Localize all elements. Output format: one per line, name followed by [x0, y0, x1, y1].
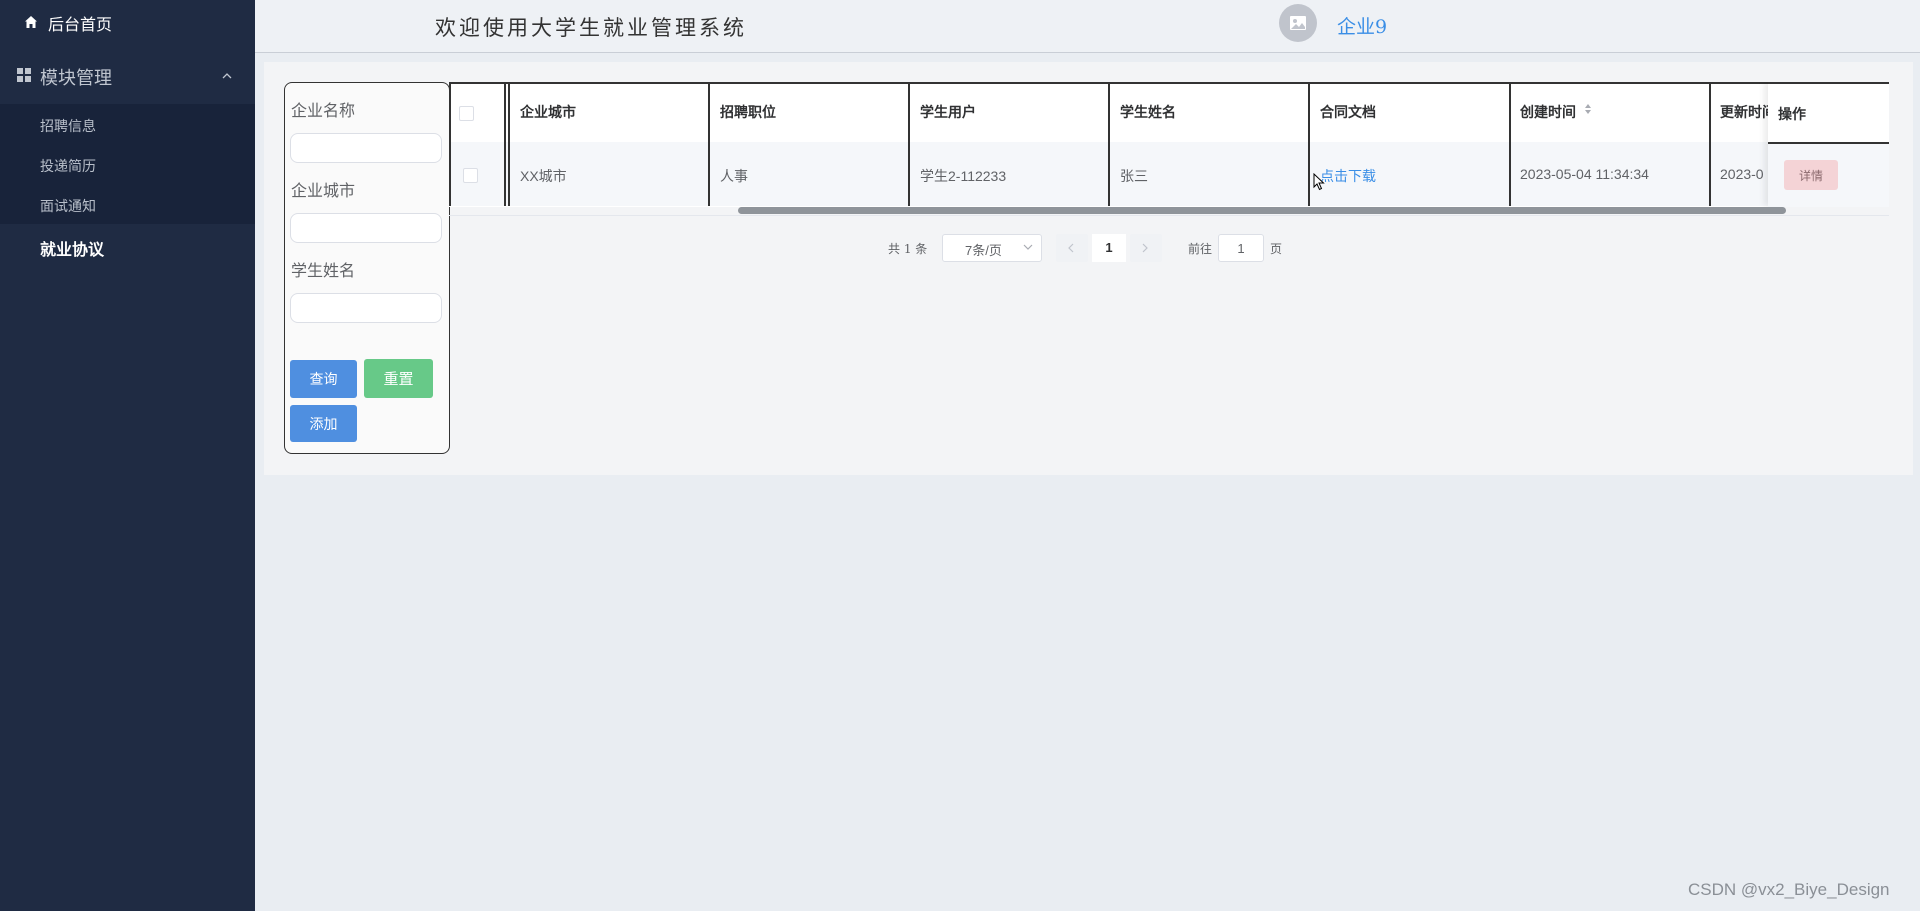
- chevron-right-icon: [1142, 243, 1148, 253]
- search-form: 企业名称 企业城市 学生姓名 查询 重置 添加: [284, 82, 450, 454]
- student-name-label: 学生姓名: [291, 263, 356, 280]
- header: 欢迎使用大学生就业管理系统 企业9: [255, 0, 1920, 53]
- cell-position: 人事: [720, 168, 748, 184]
- download-contract-link[interactable]: 点击下载: [1320, 166, 1376, 186]
- select-all-checkbox[interactable]: [459, 106, 474, 121]
- submenu: 招聘信息 投递简历 面试通知: [0, 104, 255, 224]
- grid-icon: [17, 68, 31, 82]
- sort-icon[interactable]: [1584, 103, 1592, 115]
- cell-city: XX城市: [520, 168, 567, 184]
- nav-home[interactable]: 后台首页: [0, 0, 255, 44]
- image-icon: [1290, 16, 1306, 30]
- chevron-left-icon: [1068, 243, 1074, 253]
- goto-label: 前往: [1188, 242, 1213, 256]
- page-size-select[interactable]: 7条/页: [942, 234, 1042, 262]
- nav-module-label: 模块管理: [40, 68, 112, 89]
- goto-page-input[interactable]: [1218, 234, 1264, 262]
- column-header-actions: 操作: [1778, 106, 1806, 122]
- page-size-value: 7条/页: [965, 243, 1002, 258]
- row-checkbox[interactable]: [463, 168, 478, 183]
- data-table: 企业城市 招聘职位 学生用户 学生姓名 合同文档 创建时间 更新时间 XX城市 …: [449, 82, 1889, 207]
- sidebar: 后台首页 模块管理 招聘信息 投递简历 面试通知 就业协议: [0, 0, 255, 911]
- company-name-label: 企业名称: [291, 103, 356, 120]
- column-header-city: 企业城市: [520, 104, 576, 120]
- pagination-total: 共 1 条: [888, 242, 928, 256]
- company-city-label: 企业城市: [291, 183, 356, 200]
- actions-column: 操作 详情: [1768, 82, 1889, 207]
- prev-page-button[interactable]: [1056, 234, 1088, 262]
- avatar[interactable]: [1279, 4, 1317, 42]
- cell-created: 2023-05-04 11:34:34: [1520, 166, 1649, 182]
- company-name-input[interactable]: [290, 133, 442, 163]
- username[interactable]: 企业9: [1337, 12, 1387, 39]
- query-button[interactable]: 查询: [290, 360, 357, 398]
- student-name-input[interactable]: [290, 293, 442, 323]
- cell-student-name: 张三: [1120, 168, 1148, 184]
- company-city-input[interactable]: [290, 213, 442, 243]
- watermark: CSDN @vx2_Biye_Design: [1688, 880, 1890, 899]
- column-header-student-name: 学生姓名: [1120, 104, 1176, 120]
- sidebar-item-agreement[interactable]: 就业协议: [40, 236, 104, 260]
- sidebar-item-interviews[interactable]: 面试通知: [40, 196, 96, 216]
- horizontal-scrollbar-thumb[interactable]: [738, 207, 1786, 214]
- nav-home-label: 后台首页: [48, 15, 113, 34]
- next-page-button[interactable]: [1130, 234, 1162, 262]
- column-header-created[interactable]: 创建时间: [1520, 102, 1576, 122]
- table-row: [449, 142, 1889, 206]
- add-button[interactable]: 添加: [290, 405, 357, 442]
- detail-button[interactable]: 详情: [1784, 160, 1838, 190]
- home-icon: [25, 16, 37, 28]
- sidebar-item-jobs[interactable]: 招聘信息: [40, 116, 96, 136]
- page-number-current[interactable]: 1: [1092, 234, 1126, 262]
- welcome-title: 欢迎使用大学生就业管理系统: [435, 16, 747, 40]
- chevron-up-icon: [222, 73, 232, 79]
- page-unit-label: 页: [1270, 242, 1283, 256]
- reset-button[interactable]: 重置: [364, 359, 433, 398]
- column-header-position: 招聘职位: [720, 104, 776, 120]
- chevron-down-icon: [1023, 244, 1033, 250]
- column-header-contract: 合同文档: [1320, 104, 1376, 120]
- mouse-cursor-icon: [1313, 173, 1325, 191]
- column-header-student-user: 学生用户: [920, 104, 976, 120]
- nav-module-management[interactable]: 模块管理: [0, 52, 255, 100]
- cell-updated: 2023-0: [1720, 166, 1764, 182]
- cell-student-user: 学生2-112233: [920, 168, 1007, 184]
- sidebar-item-resumes[interactable]: 投递简历: [40, 156, 96, 176]
